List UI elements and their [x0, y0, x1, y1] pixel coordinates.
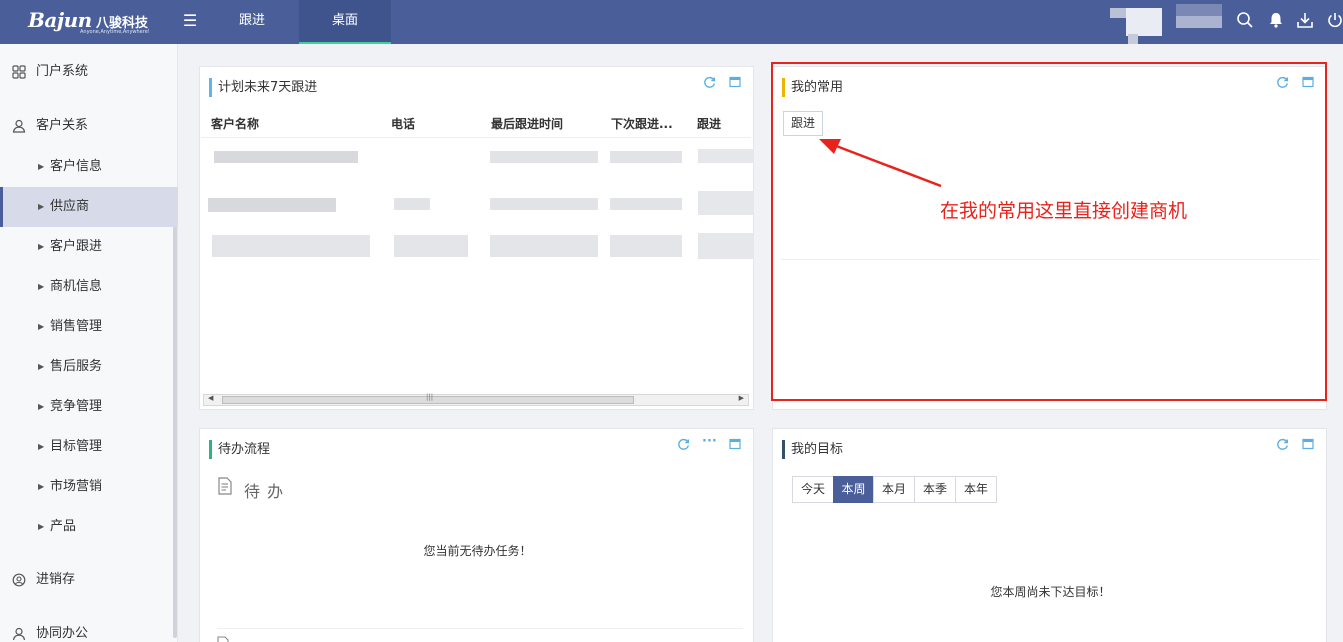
sidebar-item-label: 商机信息	[50, 279, 103, 294]
period-this-quarter-button[interactable]: 本季	[914, 476, 956, 503]
sidebar-group-label: 门户系统	[36, 64, 89, 79]
caret-right-icon: ▶	[38, 202, 45, 211]
maximize-icon[interactable]	[728, 76, 742, 92]
sidebar: 门户系统 客户关系 ▶ 客户信息 ▶ 供应商 ▶ 客户跟进 ▶ 商机信息 ▶ 销…	[0, 44, 178, 642]
sidebar-group-label: 协同办公	[36, 626, 89, 641]
sidebar-group-label: 客户关系	[36, 118, 89, 133]
maximize-icon[interactable]	[728, 438, 742, 454]
panel-title: 我的目标	[782, 440, 843, 459]
top-bar: Bajun 八骏科技 Anyone,Anytime,Anywhere! ☰ 跟进…	[0, 0, 1343, 44]
sidebar-group-portal[interactable]: 门户系统	[0, 60, 172, 84]
refresh-icon[interactable]	[1275, 438, 1289, 455]
caret-right-icon: ▶	[38, 162, 45, 171]
maximize-icon[interactable]	[1301, 438, 1315, 454]
sidebar-item-label: 竞争管理	[50, 399, 103, 414]
column-header-phone[interactable]: 电话	[391, 113, 481, 135]
sidebar-item-label: 销售管理	[50, 319, 103, 334]
panel-title: 计划未来7天跟进	[209, 78, 317, 97]
bell-icon[interactable]	[1266, 11, 1286, 33]
scrollbar-grip-icon: |||	[426, 393, 434, 401]
hamburger-icon[interactable]: ☰	[180, 11, 200, 30]
caret-right-icon: ▶	[38, 522, 45, 531]
tab-desktop[interactable]: 桌面	[299, 0, 391, 44]
caret-right-icon: ▶	[38, 322, 45, 331]
sidebar-item-sales[interactable]: ▶ 销售管理	[0, 307, 178, 347]
panel-my-target: 我的目标 今天 本周 本月 本季 本年 您本周尚未下达目标！	[772, 428, 1327, 642]
sidebar-group-office[interactable]: 协同办公	[0, 622, 172, 642]
document-icon	[217, 477, 233, 499]
scroll-left-arrow-icon[interactable]: ◀	[208, 394, 213, 402]
logo-slogan: Anyone,Anytime,Anywhere!	[80, 29, 150, 35]
caret-right-icon: ▶	[38, 442, 45, 451]
tab-follow-up[interactable]: 跟进	[206, 0, 298, 44]
column-header-next-follow-up[interactable]: 下次跟进...	[611, 113, 687, 135]
office-icon	[12, 622, 26, 642]
caret-right-icon: ▶	[38, 482, 45, 491]
caret-right-icon: ▶	[38, 362, 45, 371]
sidebar-item-label: 产品	[50, 519, 77, 534]
power-icon[interactable]	[1326, 11, 1343, 33]
sidebar-group-inventory[interactable]: 进销存	[0, 568, 172, 592]
sidebar-item-product[interactable]: ▶ 产品	[0, 507, 178, 547]
period-this-month-button[interactable]: 本月	[873, 476, 915, 503]
todo-subtitle: 待 办	[244, 482, 285, 501]
sidebar-item-label: 目标管理	[50, 439, 103, 454]
sidebar-item-customer-info[interactable]: ▶ 客户信息	[0, 147, 178, 187]
column-header-follow-up[interactable]: 跟进	[697, 113, 737, 135]
sidebar-item-label: 供应商	[50, 199, 90, 214]
annotation-arrow-icon	[819, 139, 942, 188]
user-group-icon	[12, 114, 26, 141]
sidebar-item-competition[interactable]: ▶ 竞争管理	[0, 387, 178, 427]
refresh-icon[interactable]	[676, 438, 690, 455]
grid-icon	[12, 60, 26, 87]
ellipsis-icon[interactable]: ···	[702, 434, 717, 449]
document-icon	[217, 636, 229, 642]
caret-right-icon: ▶	[38, 242, 45, 251]
panel-title: 待办流程	[209, 440, 270, 459]
caret-right-icon: ▶	[38, 282, 45, 291]
panel-follow-up-plan: 计划未来7天跟进 客户名称 电话 最后跟进时间 下次跟进... 跟进 ◀ |||…	[199, 66, 754, 410]
sidebar-item-supplier[interactable]: ▶ 供应商	[0, 187, 178, 227]
period-today-button[interactable]: 今天	[792, 476, 834, 503]
column-header-last-follow-up[interactable]: 最后跟进时间	[491, 113, 601, 135]
sidebar-item-label: 市场营销	[50, 479, 103, 494]
sidebar-item-after-sales[interactable]: ▶ 售后服务	[0, 347, 178, 387]
period-this-year-button[interactable]: 本年	[955, 476, 997, 503]
annotation-highlight-box	[771, 62, 1327, 401]
sidebar-item-label: 客户跟进	[50, 239, 103, 254]
annotation-text: 在我的常用这里直接创建商机	[940, 200, 1188, 222]
divider	[217, 628, 743, 629]
app-logo[interactable]: Bajun 八骏科技 Anyone,Anytime,Anywhere!	[28, 8, 158, 36]
sidebar-item-label: 售后服务	[50, 359, 103, 374]
sidebar-item-opportunity[interactable]: ▶ 商机信息	[0, 267, 178, 307]
empty-state-text: 您当前无待办任务！	[423, 544, 532, 558]
caret-right-icon: ▶	[38, 402, 45, 411]
horizontal-scrollbar[interactable]: ◀ ||| ▶	[203, 393, 749, 406]
refresh-icon[interactable]	[702, 76, 716, 93]
sidebar-item-customer-follow-up[interactable]: ▶ 客户跟进	[0, 227, 178, 267]
column-header-customer-name[interactable]: 客户名称	[211, 113, 381, 135]
sidebar-item-label: 客户信息	[50, 159, 103, 174]
sidebar-group-customer-relations[interactable]: 客户关系	[0, 114, 172, 138]
period-this-week-button[interactable]: 本周	[833, 476, 874, 503]
sidebar-item-marketing[interactable]: ▶ 市场营销	[0, 467, 178, 507]
panel-todo-process: 待办流程 ··· 待 办 您当前无待办任务！	[199, 428, 754, 642]
sidebar-group-label: 进销存	[36, 572, 76, 587]
inventory-icon	[12, 568, 26, 595]
scroll-right-arrow-icon[interactable]: ▶	[739, 394, 744, 402]
search-icon[interactable]	[1235, 11, 1255, 33]
header-divider	[201, 137, 751, 138]
sidebar-item-targets[interactable]: ▶ 目标管理	[0, 427, 178, 467]
empty-state-text: 您本周尚未下达目标！	[990, 585, 1111, 599]
download-icon[interactable]	[1295, 11, 1315, 33]
